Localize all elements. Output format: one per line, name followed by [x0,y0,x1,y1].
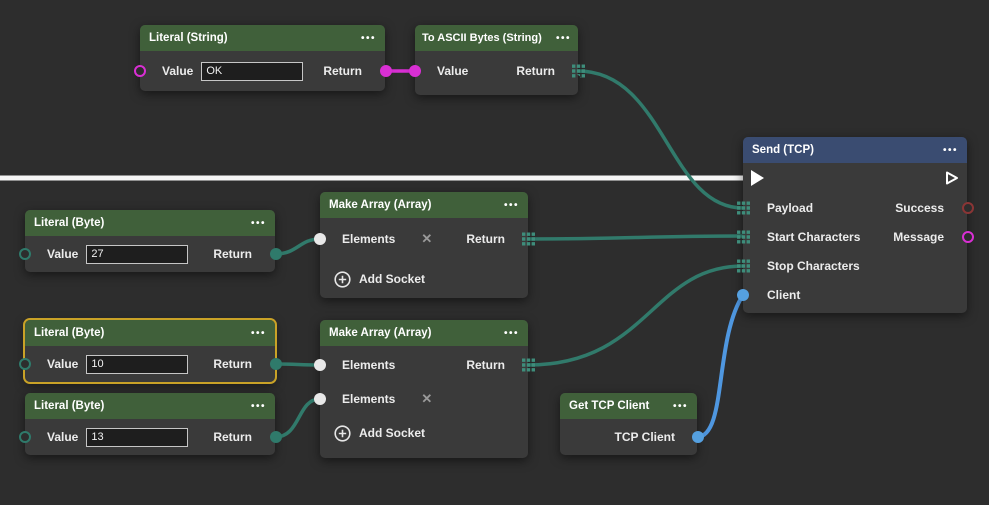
wire-asciibytes-to-payload[interactable] [578,71,743,208]
add-socket-label[interactable]: Add Socket [359,426,425,440]
value-input[interactable] [86,355,188,374]
node-title: To ASCII Bytes (String) [422,32,542,44]
value-label: Value [47,247,78,261]
menu-icon[interactable]: ••• [251,328,266,339]
node-literal-byte-13[interactable]: Literal (Byte) ••• Value Return [25,393,275,455]
menu-icon[interactable]: ••• [556,33,571,44]
value-input-socket[interactable] [409,65,421,77]
menu-icon[interactable]: ••• [504,200,519,211]
node-title: Make Array (Array) [329,199,431,211]
return-output-socket[interactable] [270,431,282,443]
value-input-socket[interactable] [19,358,31,370]
stop-characters-input-socket[interactable] [737,259,750,272]
node-header[interactable]: Make Array (Array) ••• [320,192,528,218]
elements-label: Elements [342,392,395,406]
node-title: Literal (Byte) [34,327,104,339]
node-header[interactable]: Get TCP Client ••• [560,393,697,419]
return-label: Return [213,247,252,261]
return-label: Return [213,357,252,371]
elements-label: Elements [342,358,395,372]
value-label: Value [437,64,468,78]
value-input-socket[interactable] [19,431,31,443]
node-literal-byte-27[interactable]: Literal (Byte) ••• Value Return [25,210,275,272]
node-literal-byte-10[interactable]: Literal (Byte) ••• Value Return [25,320,275,382]
value-input[interactable] [86,245,188,264]
add-socket-icon[interactable] [334,425,351,442]
node-header[interactable]: Literal (Byte) ••• [25,320,275,346]
success-output-socket[interactable] [962,202,974,214]
elements-input-socket[interactable] [314,359,326,371]
message-label: Message [893,230,944,244]
node-send-tcp[interactable]: Send (TCP) ••• Payload Success Start Cha… [743,137,967,313]
wire-array1-to-startchars[interactable] [528,236,743,239]
node-header[interactable]: To ASCII Bytes (String) ••• [415,25,578,51]
node-to-ascii-bytes[interactable]: To ASCII Bytes (String) ••• Value Return [415,25,578,95]
array-output-socket[interactable] [522,233,535,246]
return-output-socket[interactable] [380,65,392,77]
node-make-array-2[interactable]: Make Array (Array) ••• Elements Return E… [320,320,528,458]
node-title: Literal (Byte) [34,217,104,229]
remove-socket-icon[interactable]: ✕ [421,231,432,247]
payload-label: Payload [767,201,813,215]
node-header[interactable]: Literal (Byte) ••• [25,393,275,419]
node-make-array-1[interactable]: Make Array (Array) ••• Elements ✕ Return… [320,192,528,298]
return-output-socket[interactable] [270,358,282,370]
menu-icon[interactable]: ••• [251,218,266,229]
return-output-socket[interactable] [270,248,282,260]
value-input-socket[interactable] [134,65,146,77]
node-title: Literal (Byte) [34,400,104,412]
add-socket-icon[interactable] [334,271,351,288]
value-input-socket[interactable] [19,248,31,260]
node-title: Get TCP Client [569,400,649,412]
tcp-client-label: TCP Client [615,430,675,444]
node-editor-canvas[interactable]: Literal (String) ••• Value Return To ASC… [0,0,989,505]
tcp-client-output-socket[interactable] [692,431,704,443]
value-input[interactable] [201,62,303,81]
flow-output-icon[interactable] [945,170,959,186]
node-title: Make Array (Array) [329,327,431,339]
value-label: Value [47,430,78,444]
menu-icon[interactable]: ••• [673,401,688,412]
wire-array2-to-stopchars[interactable] [528,266,743,365]
node-title: Literal (String) [149,32,228,44]
client-input-socket[interactable] [737,289,749,301]
menu-icon[interactable]: ••• [361,33,376,44]
elements-input-socket[interactable] [314,233,326,245]
return-label: Return [466,232,505,246]
return-label: Return [213,430,252,444]
value-input[interactable] [86,428,188,447]
node-get-tcp-client[interactable]: Get TCP Client ••• TCP Client [560,393,697,455]
node-header[interactable]: Literal (Byte) ••• [25,210,275,236]
node-header[interactable]: Make Array (Array) ••• [320,320,528,346]
client-label: Client [767,288,800,302]
flow-input-icon[interactable] [751,170,764,186]
array-output-socket[interactable] [522,359,535,372]
node-header[interactable]: Send (TCP) ••• [743,137,967,163]
menu-icon[interactable]: ••• [943,145,958,156]
remove-socket-icon[interactable]: ✕ [421,391,432,407]
message-output-socket[interactable] [962,231,974,243]
return-label: Return [516,64,555,78]
value-label: Value [47,357,78,371]
return-label: Return [466,358,505,372]
menu-icon[interactable]: ••• [251,401,266,412]
success-label: Success [895,201,944,215]
wire-tcpclient-to-client[interactable] [697,295,743,437]
menu-icon[interactable]: ••• [504,328,519,339]
return-label: Return [323,64,362,78]
start-characters-label: Start Characters [767,230,860,244]
elements-input-socket[interactable] [314,393,326,405]
payload-input-socket[interactable] [737,201,750,214]
node-title: Send (TCP) [752,144,814,156]
stop-characters-label: Stop Characters [767,259,860,273]
wire-byte13-to-array2[interactable] [275,399,320,437]
start-characters-input-socket[interactable] [737,230,750,243]
node-header[interactable]: Literal (String) ••• [140,25,385,51]
elements-label: Elements [342,232,395,246]
node-literal-string[interactable]: Literal (String) ••• Value Return [140,25,385,91]
array-output-socket[interactable] [572,65,585,78]
value-label: Value [162,64,193,78]
add-socket-label[interactable]: Add Socket [359,272,425,286]
